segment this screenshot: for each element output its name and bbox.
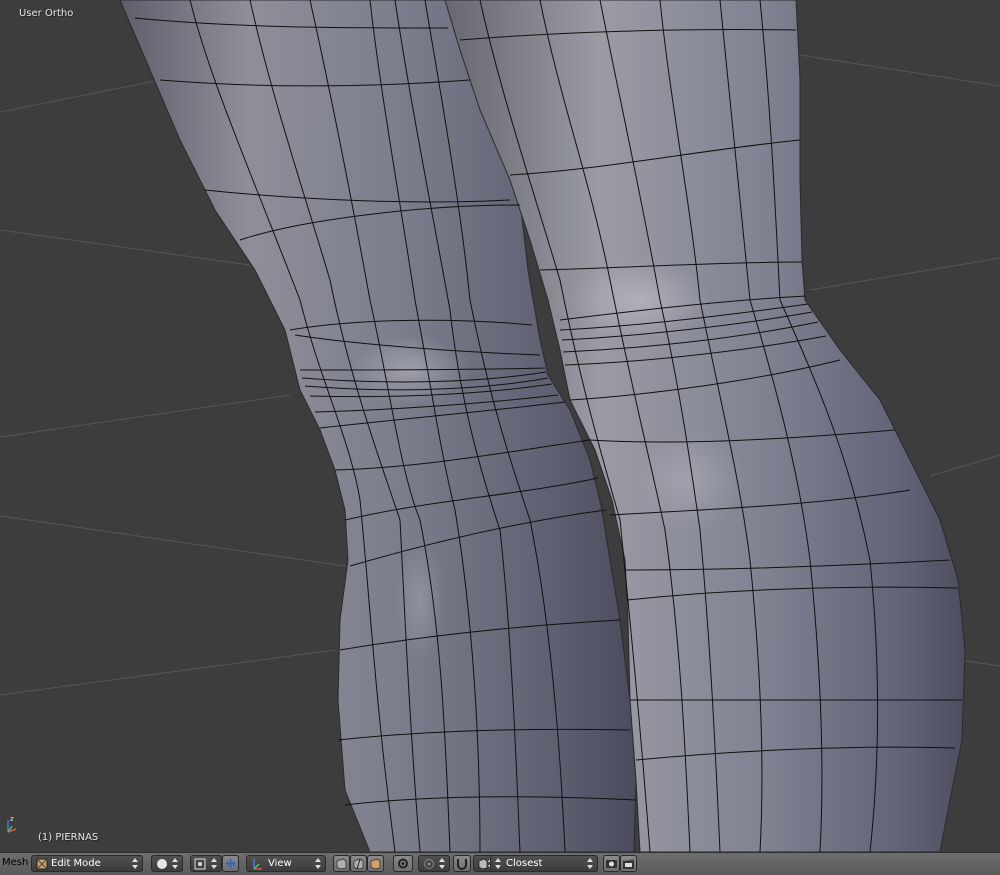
svg-text:z: z xyxy=(10,815,14,823)
limit-selection-button[interactable] xyxy=(393,855,413,872)
orientation-label: View xyxy=(268,858,292,869)
mesh-scene[interactable] xyxy=(0,0,1000,852)
updown-arrows-icon xyxy=(211,858,217,869)
view-name-label: User Ortho xyxy=(19,8,74,19)
3d-viewport[interactable]: User Ortho (1) PIERNAS z xyxy=(0,0,1000,852)
mesh-menu[interactable]: Mesh xyxy=(2,857,28,868)
updown-arrows-icon xyxy=(172,858,178,869)
manipulator-icon xyxy=(225,859,236,868)
snap-target-selector[interactable]: Closest xyxy=(490,855,598,872)
vertex-select-icon xyxy=(336,858,347,870)
mode-label: Edit Mode xyxy=(51,858,101,869)
magnet-icon xyxy=(457,859,467,870)
proportional-edit-selector[interactable] xyxy=(418,855,450,872)
pivot-point-selector[interactable] xyxy=(190,855,222,872)
proportional-edit-icon xyxy=(424,859,434,869)
clapperboard-icon xyxy=(623,859,634,869)
axis-icon xyxy=(253,859,262,870)
face-select-icon xyxy=(370,858,381,870)
edit-mode-icon xyxy=(36,858,48,870)
viewport-shading-selector[interactable] xyxy=(151,855,183,872)
snap-target-label: Closest xyxy=(506,858,543,869)
gear-icon xyxy=(398,858,408,869)
updown-arrows-icon xyxy=(439,858,445,869)
pivot-point-icon xyxy=(194,858,206,870)
render-still-button[interactable] xyxy=(603,855,620,872)
solid-sphere-icon xyxy=(157,859,167,869)
face-select-button[interactable] xyxy=(367,855,384,872)
vertex-select-button[interactable] xyxy=(333,855,350,872)
camera-icon xyxy=(606,860,617,868)
updown-arrows-icon xyxy=(132,858,138,869)
transform-orientation-selector[interactable]: View xyxy=(246,855,326,872)
manipulator-toggle-button[interactable] xyxy=(222,855,239,872)
snap-toggle-button[interactable] xyxy=(453,855,471,872)
updown-arrows-icon xyxy=(315,858,321,869)
mode-selector[interactable]: Edit Mode xyxy=(31,855,143,872)
viewport-header: Mesh Edit Mode View Closest xyxy=(0,852,1000,875)
edge-select-button[interactable] xyxy=(350,855,367,872)
active-object-label: (1) PIERNAS xyxy=(38,832,99,843)
updown-arrows-icon xyxy=(495,858,501,869)
render-animation-button[interactable] xyxy=(620,855,637,872)
updown-arrows-icon xyxy=(587,858,593,869)
axis-gizmo-icon: z xyxy=(7,815,17,833)
edge-select-icon xyxy=(353,858,364,870)
